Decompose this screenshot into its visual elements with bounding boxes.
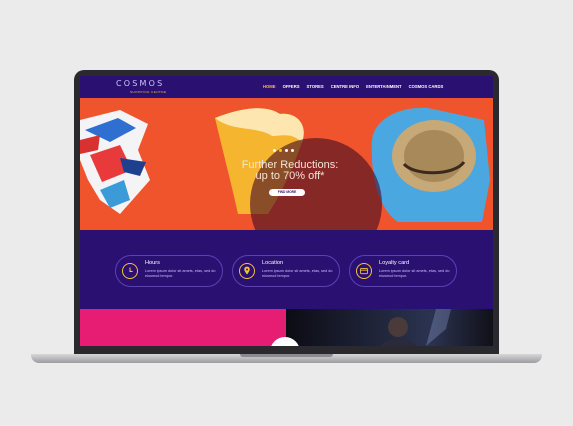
laptop-notch bbox=[240, 354, 333, 357]
nav-offers[interactable]: OFFERS bbox=[283, 84, 300, 89]
nav-stores[interactable]: STORES bbox=[307, 84, 324, 89]
carousel-dot[interactable] bbox=[273, 149, 276, 152]
hero-title-line-2: up to 70% off* bbox=[255, 170, 325, 182]
site-logo[interactable]: COSMOS bbox=[116, 79, 164, 88]
hero-title: Further Reductions: up to 70% off* bbox=[218, 160, 362, 182]
card-icon bbox=[356, 263, 372, 279]
clock-icon bbox=[122, 263, 138, 279]
performer-image bbox=[381, 309, 451, 346]
hours-text: Lorem ipsum dolor sit amets, etas, sed d… bbox=[145, 269, 216, 278]
location-title: Location bbox=[262, 260, 284, 266]
hours-card[interactable]: Hours Lorem ipsum dolor sit amets, etas,… bbox=[115, 255, 223, 287]
carousel-dot[interactable] bbox=[291, 149, 294, 152]
top-navigation: COSMOS SHOPPING CENTRE HOME OFFERS STORE… bbox=[80, 76, 493, 98]
nav-home[interactable]: HOME bbox=[263, 84, 276, 89]
carousel-dots bbox=[273, 149, 294, 152]
logo-subtitle: SHOPPING CENTRE bbox=[130, 90, 167, 94]
promo-tiles bbox=[80, 309, 493, 346]
carousel-dot[interactable] bbox=[285, 149, 288, 152]
nav-cosmos-cards[interactable]: COSMOS CARDS bbox=[409, 84, 444, 89]
nav-links: HOME OFFERS STORES CENTRE INFO ENTERTAIN… bbox=[263, 84, 443, 89]
hero-banner: Further Reductions: up to 70% off* FIND … bbox=[80, 98, 493, 230]
loyalty-title: Loyalty card bbox=[379, 260, 410, 266]
loyalty-card[interactable]: Loyalty card Lorem ipsum dolor sit amets… bbox=[349, 255, 457, 287]
info-section: Hours Lorem ipsum dolor sit amets, etas,… bbox=[80, 230, 493, 309]
loyalty-text: Lorem ipsum dolor sit amets, etas, sed d… bbox=[379, 269, 450, 278]
nav-centre-info[interactable]: CENTRE INFO bbox=[331, 84, 359, 89]
carousel-dot-active[interactable] bbox=[279, 149, 282, 152]
location-text: Lorem ipsum dolor sit amets, etas, sed d… bbox=[262, 269, 333, 278]
website-screen: COSMOS SHOPPING CENTRE HOME OFFERS STORE… bbox=[80, 76, 493, 346]
hours-title: Hours bbox=[145, 260, 160, 266]
scarf-image bbox=[80, 110, 150, 214]
location-pin-icon bbox=[239, 263, 255, 279]
location-card[interactable]: Location Lorem ipsum dolor sit amets, et… bbox=[232, 255, 340, 287]
nav-entertainment[interactable]: ENTERTAINMENT bbox=[366, 84, 402, 89]
entertainment-promo-tile[interactable] bbox=[286, 309, 493, 346]
pink-promo-tile[interactable] bbox=[80, 309, 286, 346]
find-more-button[interactable]: FIND MORE bbox=[269, 189, 305, 196]
